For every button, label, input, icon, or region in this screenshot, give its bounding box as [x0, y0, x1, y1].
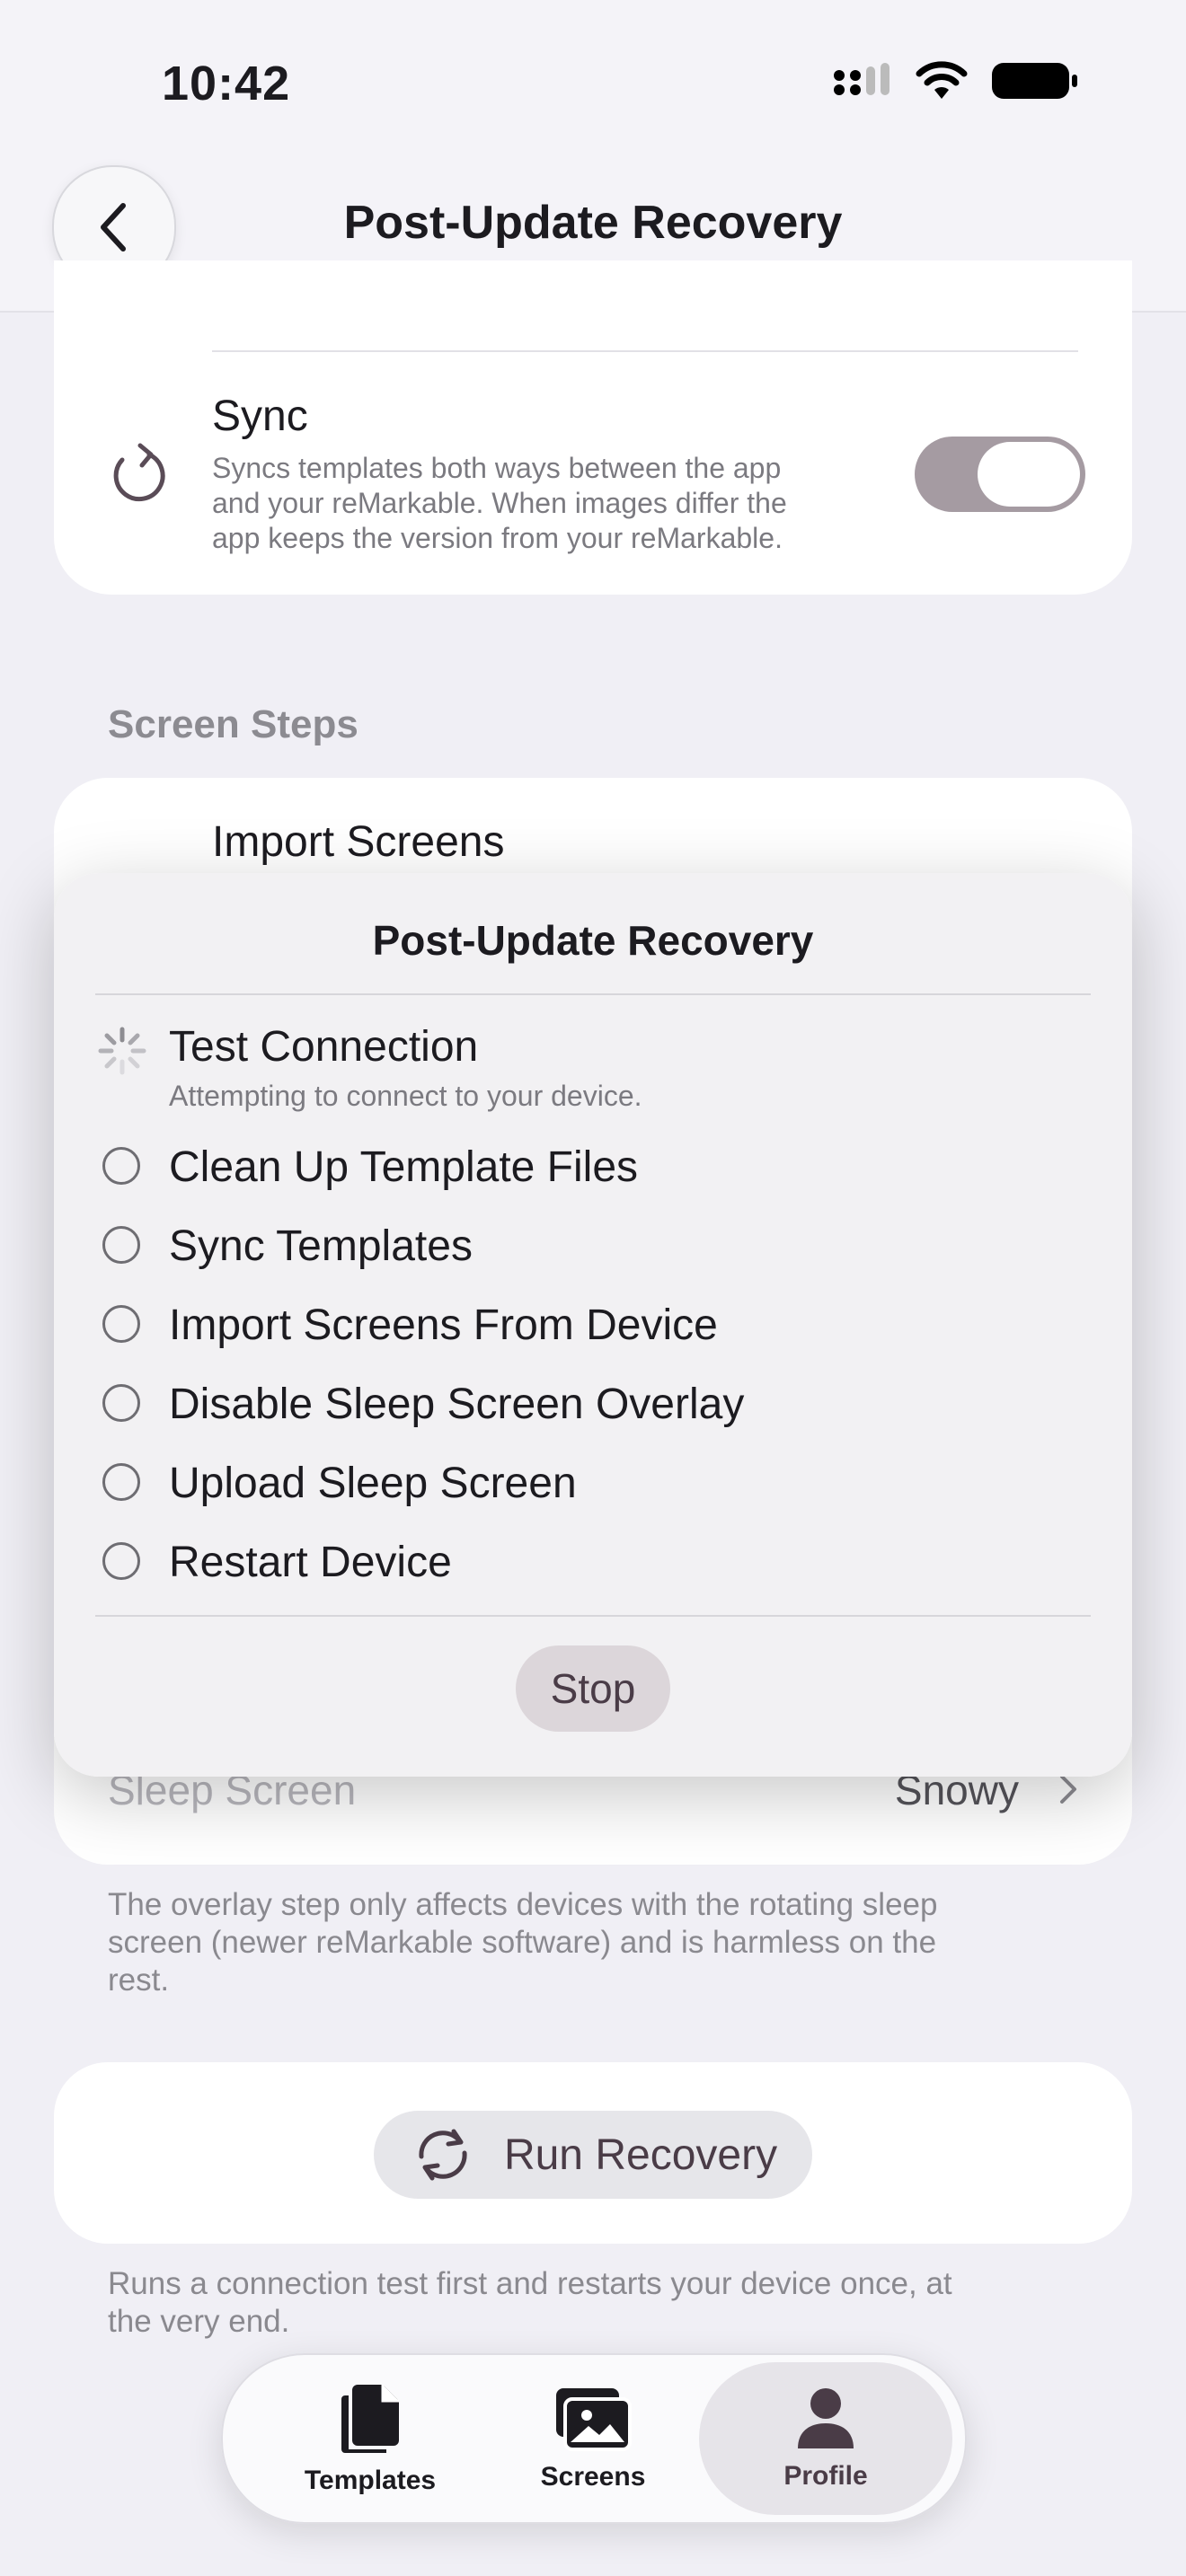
battery-icon — [992, 63, 1077, 99]
cellular-signal-icon — [834, 63, 890, 95]
chevron-right-icon — [1060, 1775, 1076, 1804]
run-recovery-label: Run Recovery — [503, 2130, 778, 2179]
step-import-screens: Import Screens From Device — [169, 1301, 718, 1349]
step-pending-circle-icon — [102, 1463, 140, 1501]
step-pending-circle-icon — [102, 1542, 140, 1580]
sync-settings-card: Sync Syncs templates both ways between t… — [54, 260, 1132, 595]
step-test-connection-status: Attempting to connect to your device. — [169, 1080, 642, 1112]
status-time: 10:42 — [162, 57, 291, 110]
step-pending-circle-icon — [102, 1226, 140, 1264]
modal-divider-top — [95, 993, 1091, 995]
step-sync-templates: Sync Templates — [169, 1222, 473, 1270]
step-pending-circle-icon — [102, 1384, 140, 1422]
sync-description: Syncs templates both ways between the ap… — [212, 452, 787, 554]
step-pending-circle-icon — [102, 1147, 140, 1185]
row-divider — [212, 350, 1078, 352]
person-icon — [798, 2388, 854, 2448]
tab-profile[interactable]: Profile — [699, 2362, 952, 2515]
activity-spinner-icon — [98, 1027, 146, 1075]
photos-icon — [556, 2388, 632, 2451]
toggle-knob — [978, 442, 1080, 507]
run-footnote: Runs a connection test first and restart… — [108, 2266, 952, 2339]
stop-label: Stop — [550, 1665, 636, 1712]
step-disable-sleep-overlay: Disable Sleep Screen Overlay — [169, 1381, 745, 1428]
tab-screens-label: Screens — [540, 2462, 646, 2492]
sync-title: Sync — [212, 393, 308, 440]
recovery-progress-modal: Post-Update Recovery Test Connection Att… — [54, 873, 1132, 1777]
tab-templates-label: Templates — [304, 2466, 437, 2495]
stop-button[interactable]: Stop — [516, 1645, 670, 1732]
run-recovery-button[interactable]: Run Recovery — [374, 2111, 812, 2199]
step-clean-up-template-files: Clean Up Template Files — [169, 1143, 639, 1191]
section-header-screen-steps: Screen Steps — [108, 702, 358, 746]
documents-icon — [341, 2385, 399, 2453]
overlay-footnote: The overlay step only affects devices wi… — [108, 1887, 938, 1998]
tab-templates[interactable]: Templates — [252, 2362, 489, 2515]
wifi-icon — [916, 61, 968, 99]
import-screens-title: Import Screens — [212, 818, 505, 866]
refresh-icon — [419, 2129, 467, 2181]
sync-toggle[interactable] — [915, 437, 1085, 512]
step-restart-device: Restart Device — [169, 1539, 452, 1586]
status-icons — [832, 61, 1078, 101]
modal-divider-bottom — [95, 1615, 1091, 1617]
tab-bar: Templates Screens Profile — [221, 2353, 967, 2524]
sync-icon — [113, 443, 165, 502]
page-title: Post-Update Recovery — [343, 197, 843, 249]
tab-profile-label: Profile — [783, 2461, 868, 2491]
modal-title: Post-Update Recovery — [372, 917, 814, 964]
tab-screens[interactable]: Screens — [474, 2362, 712, 2515]
step-pending-circle-icon — [102, 1305, 140, 1343]
step-test-connection: Test Connection — [169, 1023, 479, 1071]
step-upload-sleep-screen: Upload Sleep Screen — [169, 1460, 577, 1507]
